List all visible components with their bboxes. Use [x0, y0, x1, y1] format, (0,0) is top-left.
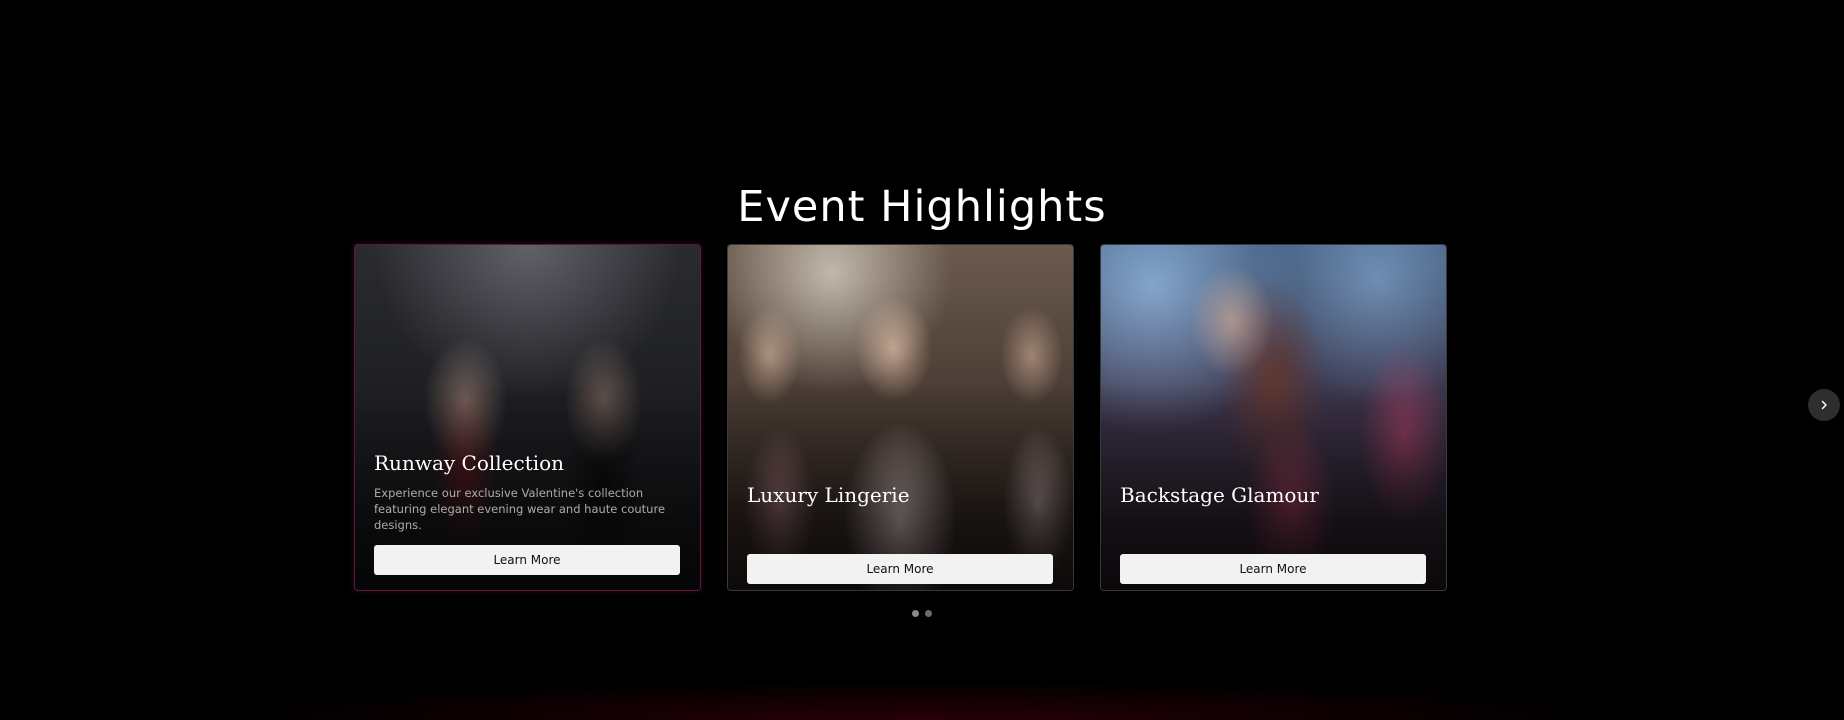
card-content: Luxury Lingerie Learn More [747, 483, 1054, 584]
section-title: Event Highlights [737, 182, 1107, 232]
carousel-dot-2[interactable] [925, 610, 932, 617]
learn-more-button[interactable]: Learn More [747, 554, 1053, 584]
carousel-next-button[interactable] [1808, 389, 1840, 421]
event-card-runway-collection[interactable]: Runway Collection Experience our exclusi… [354, 244, 701, 591]
card-content: Backstage Glamour Learn More [1120, 483, 1427, 584]
learn-more-button[interactable]: Learn More [374, 545, 680, 575]
card-content: Runway Collection Experience our exclusi… [374, 451, 681, 575]
carousel-pagination [0, 610, 1844, 617]
footer-glow [220, 680, 1624, 720]
card-title: Luxury Lingerie [747, 483, 910, 507]
event-card-backstage-glamour[interactable]: Backstage Glamour Learn More [1100, 244, 1447, 591]
card-title: Backstage Glamour [1120, 483, 1319, 507]
event-card-luxury-lingerie[interactable]: Luxury Lingerie Learn More [727, 244, 1074, 591]
chevron-right-icon [1821, 400, 1827, 410]
event-highlights-page: Event Highlights Runway Collection Exper… [0, 0, 1844, 720]
learn-more-button[interactable]: Learn More [1120, 554, 1426, 584]
carousel-dot-1[interactable] [912, 610, 919, 617]
card-description: Experience our exclusive Valentine's col… [374, 486, 666, 532]
card-title: Runway Collection [374, 451, 565, 475]
